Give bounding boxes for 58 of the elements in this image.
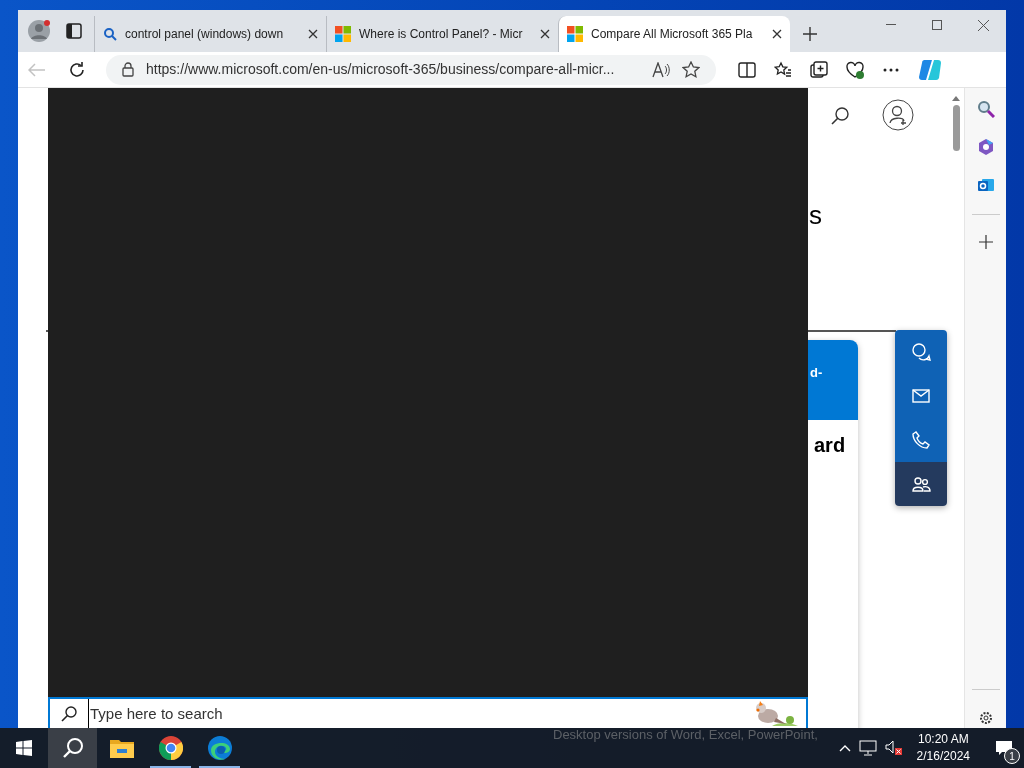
windows-logo-icon bbox=[335, 26, 351, 42]
clock-date: 2/16/2024 bbox=[916, 748, 970, 765]
maximize-icon[interactable] bbox=[932, 20, 942, 30]
search-icon bbox=[103, 27, 117, 41]
tab-title: control panel (windows) down bbox=[125, 26, 285, 43]
office-icon[interactable] bbox=[976, 138, 995, 156]
account-icon[interactable] bbox=[882, 99, 914, 131]
chevron-up-icon[interactable] bbox=[838, 744, 851, 752]
favorites-icon[interactable] bbox=[774, 60, 792, 79]
new-tab-icon[interactable] bbox=[803, 27, 817, 41]
chrome-icon[interactable] bbox=[158, 736, 183, 760]
search-icon[interactable] bbox=[830, 106, 850, 126]
profile-icon[interactable] bbox=[28, 20, 50, 42]
chat-icon[interactable] bbox=[911, 342, 931, 362]
edge-icon[interactable] bbox=[207, 736, 232, 760]
taskbar-search-box[interactable]: Type here to search bbox=[48, 697, 808, 728]
card-label: d- bbox=[810, 365, 823, 380]
mail-icon[interactable] bbox=[911, 386, 931, 406]
outlook-icon[interactable] bbox=[976, 176, 995, 194]
health-icon[interactable] bbox=[846, 60, 864, 79]
read-aloud-icon[interactable] bbox=[652, 61, 670, 78]
windows-logo-icon bbox=[567, 26, 583, 42]
address-bar[interactable]: https://www.microsoft.com/en-us/microsoft-365/business/compare-all-micr... bbox=[106, 54, 716, 85]
close-icon[interactable] bbox=[308, 29, 318, 39]
start-icon[interactable] bbox=[16, 740, 32, 756]
scroll-up-icon[interactable] bbox=[952, 96, 960, 101]
close-window-icon[interactable] bbox=[977, 19, 989, 31]
split-screen-icon[interactable] bbox=[738, 60, 756, 79]
tab-title: Where is Control Panel? - Micr bbox=[359, 26, 524, 43]
folder-icon[interactable] bbox=[109, 738, 134, 758]
people-icon[interactable] bbox=[911, 474, 931, 494]
lock-icon bbox=[122, 62, 134, 77]
scrollbar-thumb[interactable] bbox=[952, 105, 960, 151]
notification-center[interactable]: 1 bbox=[984, 728, 1024, 768]
page-heading: s bbox=[809, 199, 822, 232]
card-title: ard bbox=[813, 433, 847, 458]
search-icon[interactable] bbox=[61, 737, 84, 759]
collections-icon[interactable] bbox=[810, 60, 828, 79]
network-icon[interactable] bbox=[858, 740, 877, 756]
close-icon[interactable] bbox=[540, 29, 550, 39]
volume-muted-icon[interactable] bbox=[884, 740, 903, 756]
copilot-icon[interactable] bbox=[918, 57, 942, 82]
search-sidebar-icon[interactable] bbox=[976, 100, 995, 118]
add-icon[interactable] bbox=[978, 235, 993, 249]
settings-icon[interactable] bbox=[977, 710, 994, 726]
close-icon[interactable] bbox=[772, 29, 782, 39]
taskbar-app[interactable] bbox=[48, 728, 97, 768]
favorite-star-icon[interactable] bbox=[682, 60, 700, 79]
page-text: Desktop versions of Word, Excel, PowerPoint, bbox=[553, 726, 818, 744]
tab-actions-icon[interactable] bbox=[66, 23, 82, 39]
refresh-icon[interactable] bbox=[68, 60, 86, 79]
notification-count: 1 bbox=[1004, 748, 1020, 764]
clock-time: 10:20 AM bbox=[917, 731, 969, 748]
minimize-icon[interactable] bbox=[886, 24, 896, 26]
search-icon bbox=[60, 704, 78, 723]
browser-tab[interactable]: Compare All Microsoft 365 Pla bbox=[558, 16, 790, 52]
tab-title: Compare All Microsoft 365 Pla bbox=[591, 26, 754, 43]
phone-icon[interactable] bbox=[911, 430, 931, 450]
